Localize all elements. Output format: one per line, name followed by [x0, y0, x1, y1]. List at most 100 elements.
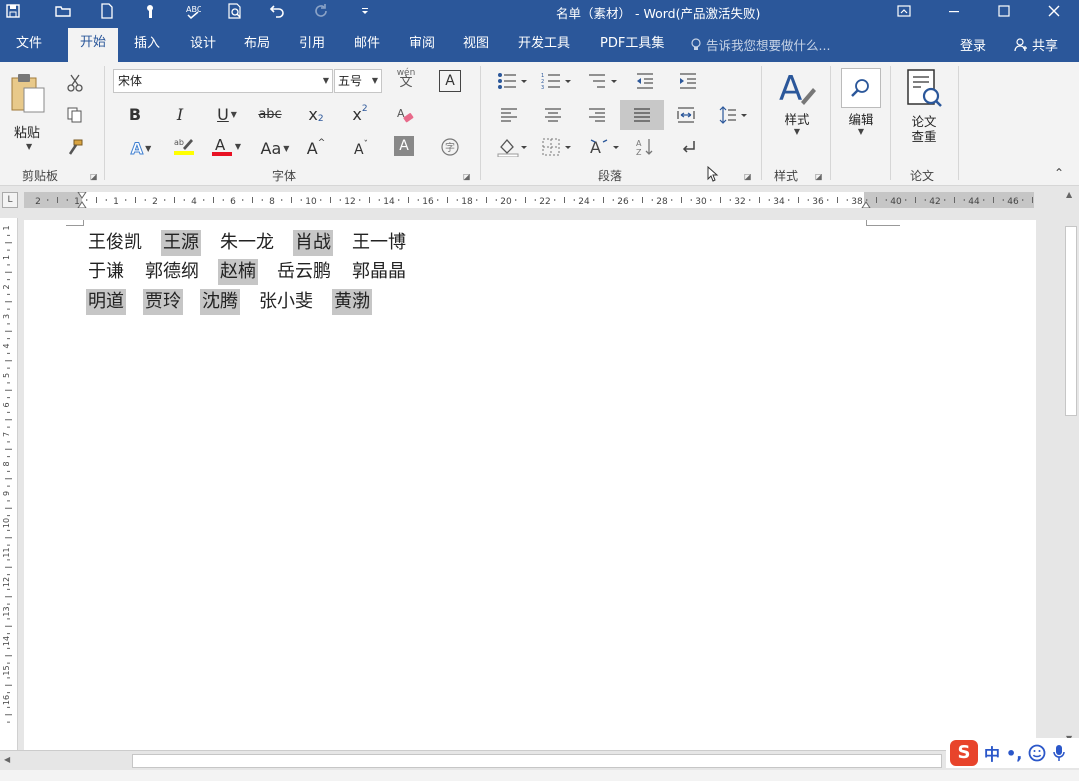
highlighted-name[interactable]: 贾玲	[143, 289, 183, 315]
vertical-ruler[interactable]: 1 1 2 3 4 5 6 7 8 9 10 11 12 13 14 15 16	[0, 218, 18, 750]
highlighted-name[interactable]: 明道	[86, 289, 126, 315]
document-line[interactable]: 明道 贾玲 沈腾 张小斐 黄渤	[86, 289, 389, 315]
underline-button[interactable]: U ▼	[210, 102, 244, 126]
font-name-combobox[interactable]: 宋体 ▼	[113, 69, 333, 93]
tab-pdf-tools[interactable]: PDF工具集	[588, 30, 676, 62]
name-text[interactable]: 郭德纲	[143, 259, 201, 285]
open-folder-icon[interactable]	[50, 0, 76, 22]
styles-launcher-icon[interactable]: ◪	[815, 172, 823, 181]
minimize-icon[interactable]	[929, 0, 979, 22]
tab-mailings[interactable]: 邮件	[342, 30, 392, 62]
clipboard-launcher-icon[interactable]: ◪	[90, 172, 98, 181]
save-icon[interactable]	[0, 0, 26, 22]
align-left-icon[interactable]	[498, 104, 520, 126]
multilevel-list-icon[interactable]	[586, 70, 620, 92]
highlighted-name[interactable]: 黄渤	[332, 289, 372, 315]
font-size-combobox[interactable]: 五号 ▼	[334, 69, 382, 93]
tab-layout[interactable]: 布局	[232, 30, 282, 62]
name-text[interactable]: 王俊凯	[86, 230, 144, 256]
redo-icon[interactable]	[308, 0, 334, 22]
highlighted-name[interactable]: 赵楠	[218, 259, 258, 285]
strikethrough-button[interactable]: abc	[256, 102, 284, 126]
editing-button[interactable]: 编辑 ▼	[838, 68, 884, 136]
bold-button[interactable]: B	[125, 102, 145, 126]
increase-indent-icon[interactable]	[677, 70, 699, 92]
distributed-icon[interactable]	[675, 104, 697, 126]
name-text[interactable]: 于谦	[86, 259, 126, 285]
document-line[interactable]: 于谦 郭德纲 赵楠 岳云鹏 郭晶晶	[86, 259, 425, 285]
name-text[interactable]: 朱一龙	[218, 230, 276, 256]
tab-home[interactable]: 开始	[68, 28, 119, 62]
chinese-layout-icon[interactable]: A	[588, 136, 622, 158]
ribbon-display-options-icon[interactable]	[879, 0, 929, 22]
numbering-icon[interactable]: 123	[540, 70, 574, 92]
clear-formatting-icon[interactable]: A	[394, 104, 416, 126]
collapse-ribbon-icon[interactable]: ⌃	[1054, 166, 1064, 180]
touch-mode-icon[interactable]	[138, 0, 164, 22]
name-text[interactable]: 张小斐	[257, 289, 315, 315]
scroll-left-icon[interactable]: ◀	[4, 755, 10, 764]
change-case-button[interactable]: Aa ▼	[258, 136, 292, 160]
tab-design[interactable]: 设计	[178, 30, 228, 62]
enclose-characters-icon[interactable]: 字	[439, 136, 461, 158]
name-text[interactable]: 岳云鹏	[275, 259, 333, 285]
vertical-scrollbar[interactable]: ▲ ▼	[1062, 186, 1079, 750]
document-page[interactable]: 王俊凯 王源 朱一龙 肖战 王一博 于谦 郭德纲 赵楠 岳云鹏 郭晶晶 明道 贾玲 沈腾 张小斐 黄渤	[24, 220, 1036, 750]
customize-qat-icon[interactable]	[352, 0, 378, 22]
document-area[interactable]: 王俊凯 王源 朱一龙 肖战 王一博 于谦 郭德纲 赵楠 岳云鹏 郭晶晶 明道 贾玲 沈腾 张小斐 黄渤	[18, 218, 1062, 750]
text-highlight-button[interactable]: ab	[166, 134, 202, 158]
styles-button[interactable]: A 样式 ▼	[774, 68, 820, 136]
subscript-button[interactable]: x2	[305, 102, 327, 126]
cut-icon[interactable]	[64, 72, 86, 94]
paste-icon[interactable]	[10, 72, 48, 116]
name-text[interactable]: 郭晶晶	[350, 259, 408, 285]
paste-dropdown-icon[interactable]: ▼	[26, 142, 32, 151]
tab-file[interactable]: 文件	[4, 30, 54, 62]
sign-in-link[interactable]: 登录	[960, 35, 986, 54]
italic-button[interactable]: I	[170, 102, 190, 126]
tab-insert[interactable]: 插入	[122, 30, 172, 62]
sort-icon[interactable]: AZ	[634, 136, 656, 158]
phonetic-guide-button[interactable]: wén 文	[394, 66, 418, 90]
microphone-icon[interactable]	[1052, 744, 1066, 762]
undo-icon[interactable]	[264, 0, 290, 22]
character-border-button[interactable]: A	[439, 70, 461, 92]
line-spacing-icon[interactable]	[718, 104, 750, 126]
show-marks-icon[interactable]	[677, 136, 699, 158]
document-line[interactable]: 王俊凯 王源 朱一龙 肖战 王一博	[86, 230, 425, 256]
spelling-icon[interactable]: ABC	[180, 0, 206, 22]
maximize-icon[interactable]	[979, 0, 1029, 22]
align-right-icon[interactable]	[586, 104, 608, 126]
share-button[interactable]: 共享	[1014, 35, 1058, 54]
font-color-button[interactable]: A ▼	[208, 134, 244, 158]
emoji-icon[interactable]	[1028, 744, 1046, 762]
scroll-up-icon[interactable]: ▲	[1066, 190, 1072, 199]
tab-view[interactable]: 视图	[451, 30, 501, 62]
hscroll-thumb[interactable]	[132, 754, 942, 768]
horizontal-ruler[interactable]: 2 1 1 2 4 6 8 10 12 14 16 18 20 22 24 26 28 30 32 34 36 38 40 4…	[24, 192, 1034, 208]
horizontal-scrollbar[interactable]: ◀	[0, 750, 1079, 770]
ime-toolbar[interactable]: S 中 •,	[946, 738, 1079, 768]
align-center-icon[interactable]	[542, 104, 564, 126]
close-icon[interactable]	[1029, 0, 1079, 22]
text-effects-button[interactable]: A ▼	[125, 136, 157, 160]
highlighted-name[interactable]: 王源	[161, 230, 201, 256]
new-document-icon[interactable]	[94, 0, 120, 22]
tab-selector-icon[interactable]: L	[2, 192, 18, 208]
name-text[interactable]: 王一博	[350, 230, 408, 256]
highlighted-name[interactable]: 肖战	[293, 230, 333, 256]
punctuation-icon[interactable]: •,	[1006, 744, 1022, 763]
format-painter-icon[interactable]	[64, 136, 86, 158]
decrease-indent-icon[interactable]	[634, 70, 656, 92]
thesis-check-button[interactable]: 论文 查重	[900, 68, 948, 144]
superscript-button[interactable]: x2	[349, 102, 371, 126]
shrink-font-button[interactable]: Aˇ	[350, 138, 372, 162]
print-preview-icon[interactable]	[222, 0, 248, 22]
paste-button-label[interactable]: 粘贴	[14, 122, 40, 141]
shading-icon[interactable]	[496, 136, 530, 158]
ime-mode[interactable]: 中	[984, 741, 1000, 765]
bullets-icon[interactable]	[496, 70, 530, 92]
tell-me-box[interactable]: 告诉我您想要做什么...	[690, 35, 830, 54]
tab-review[interactable]: 审阅	[397, 30, 447, 62]
grow-font-button[interactable]: A ^	[305, 136, 327, 160]
